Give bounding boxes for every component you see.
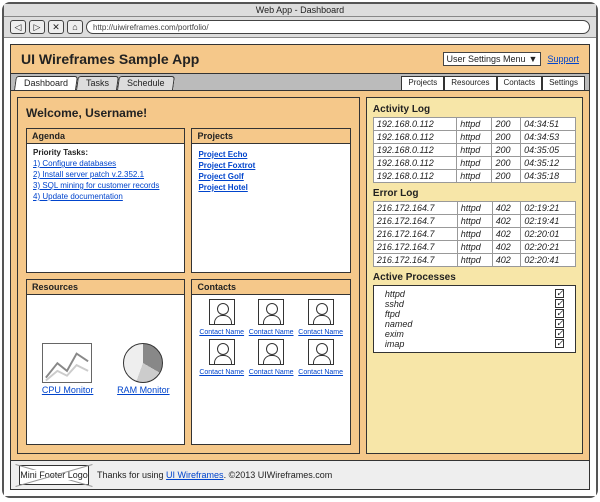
log-row: 192.168.0.112httpd20004:35:05: [373, 144, 575, 157]
process-checkbox[interactable]: [555, 289, 564, 298]
contact-name[interactable]: Contact Name: [249, 329, 294, 336]
agenda-title: Agenda: [27, 129, 184, 144]
resources-panel: Resources CPU Monitor: [26, 279, 185, 446]
log-row: 216.172.164.7httpd40202:19:21: [373, 202, 575, 215]
project-link[interactable]: Project Hotel: [198, 183, 343, 192]
process-row: named: [377, 319, 572, 329]
process-row: imap: [377, 339, 572, 349]
project-link[interactable]: Project Echo: [198, 150, 343, 159]
log-row: 192.168.0.112httpd20004:35:12: [373, 157, 575, 170]
process-row: ftpd: [377, 309, 572, 319]
process-row: sshd: [377, 299, 572, 309]
active-processes-title: Active Processes: [373, 272, 576, 283]
sidebar: Activity Log 192.168.0.112httpd20004:34:…: [366, 97, 583, 454]
footer: Mini Footer Logo Thanks for using UI Wir…: [11, 460, 589, 489]
ram-monitor-link[interactable]: RAM Monitor: [117, 385, 170, 395]
process-checkbox[interactable]: [555, 309, 564, 318]
error-log-table: 216.172.164.7httpd40202:19:21216.172.164…: [373, 201, 576, 267]
avatar-icon: [308, 339, 334, 365]
back-button[interactable]: ◁: [10, 20, 26, 34]
activity-log-title: Activity Log: [373, 104, 576, 115]
home-button[interactable]: ⌂: [67, 20, 83, 34]
tab-tasks[interactable]: Tasks: [76, 76, 119, 90]
avatar-icon: [209, 339, 235, 365]
ram-chart: [123, 343, 163, 383]
log-row: 192.168.0.112httpd20004:34:51: [373, 118, 575, 131]
agenda-task[interactable]: 1) Configure databases: [33, 159, 178, 168]
app-header: UI Wireframes Sample App User Settings M…: [11, 45, 589, 73]
nav-contacts[interactable]: Contacts: [497, 76, 543, 90]
agenda-task[interactable]: 3) SQL mining for customer records: [33, 181, 178, 190]
main-panel: Welcome, Username! Agenda Priority Tasks…: [17, 97, 360, 454]
stop-button[interactable]: ✕: [48, 20, 64, 34]
log-row: 216.172.164.7httpd40202:20:21: [373, 241, 575, 254]
log-row: 216.172.164.7httpd40202:20:41: [373, 254, 575, 267]
process-row: httpd: [377, 289, 572, 299]
resources-title: Resources: [27, 280, 184, 295]
process-checkbox[interactable]: [555, 319, 564, 328]
log-row: 216.172.164.7httpd40202:20:01: [373, 228, 575, 241]
agenda-subtitle: Priority Tasks:: [33, 148, 178, 157]
log-row: 216.172.164.7httpd40202:19:41: [373, 215, 575, 228]
tab-schedule[interactable]: Schedule: [117, 76, 174, 90]
projects-title: Projects: [192, 129, 349, 144]
contact-card[interactable]: Contact Name: [248, 339, 294, 376]
error-log-title: Error Log: [373, 188, 576, 199]
log-row: 192.168.0.112httpd20004:34:53: [373, 131, 575, 144]
footer-logo: Mini Footer Logo: [19, 465, 89, 485]
agenda-task[interactable]: 2) Install server patch v.2.352.1: [33, 170, 178, 179]
nav-resources[interactable]: Resources: [444, 76, 496, 90]
footer-link[interactable]: UI Wireframes: [166, 470, 224, 480]
process-checkbox[interactable]: [555, 299, 564, 308]
cpu-monitor-link[interactable]: CPU Monitor: [42, 385, 94, 395]
avatar-icon: [308, 299, 334, 325]
avatar-icon: [258, 299, 284, 325]
contact-card[interactable]: Contact Name: [297, 339, 343, 376]
project-link[interactable]: Project Golf: [198, 172, 343, 181]
chevron-down-icon: ▼: [529, 54, 538, 64]
footer-text: Thanks for using UI Wireframes. ©2013 UI…: [97, 470, 332, 480]
agenda-panel: Agenda Priority Tasks: 1) Configure data…: [26, 128, 185, 273]
user-settings-menu[interactable]: User Settings Menu ▼: [443, 52, 542, 66]
avatar-icon: [209, 299, 235, 325]
app-frame: UI Wireframes Sample App User Settings M…: [10, 44, 590, 490]
avatar-icon: [258, 339, 284, 365]
contact-card[interactable]: Contact Name: [297, 299, 343, 336]
nav-settings[interactable]: Settings: [542, 76, 585, 90]
process-row: exim: [377, 329, 572, 339]
contact-name[interactable]: Contact Name: [249, 369, 294, 376]
projects-panel: Projects Project Echo Project Foxtrot Proj…: [191, 128, 350, 273]
contact-card[interactable]: Contact Name: [198, 299, 244, 336]
tab-bar: DashboardTasksSchedule ProjectsResources…: [11, 73, 589, 91]
browser-window: Web App - Dashboard ◁ ▷ ✕ ⌂ http://uiwir…: [2, 2, 598, 498]
contacts-title: Contacts: [192, 280, 349, 295]
contact-name[interactable]: Contact Name: [298, 369, 343, 376]
contact-card[interactable]: Contact Name: [198, 339, 244, 376]
activity-log-table: 192.168.0.112httpd20004:34:51192.168.0.1…: [373, 117, 576, 183]
support-link[interactable]: Support: [547, 54, 579, 64]
app-title: UI Wireframes Sample App: [21, 51, 199, 67]
contact-card[interactable]: Contact Name: [248, 299, 294, 336]
welcome-heading: Welcome, Username!: [26, 106, 351, 120]
processes-list: httpdsshdftpdnamedeximimap: [373, 285, 576, 353]
browser-toolbar: ◁ ▷ ✕ ⌂ http://uiwireframes.com/portfoli…: [4, 17, 596, 38]
contact-name[interactable]: Contact Name: [298, 329, 343, 336]
process-checkbox[interactable]: [555, 339, 564, 348]
forward-button[interactable]: ▷: [29, 20, 45, 34]
url-input[interactable]: http://uiwireframes.com/portfolio/: [86, 20, 590, 34]
process-checkbox[interactable]: [555, 329, 564, 338]
log-row: 192.168.0.112httpd20004:35:18: [373, 170, 575, 183]
agenda-task[interactable]: 4) Update documentation: [33, 192, 178, 201]
contacts-panel: Contacts Contact Name Contact Name Contact…: [191, 279, 350, 446]
tab-dashboard[interactable]: Dashboard: [14, 76, 78, 90]
nav-projects[interactable]: Projects: [401, 76, 444, 90]
window-title: Web App - Dashboard: [4, 4, 596, 17]
project-link[interactable]: Project Foxtrot: [198, 161, 343, 170]
cpu-chart: [42, 343, 92, 383]
viewport: UI Wireframes Sample App User Settings M…: [4, 38, 596, 496]
contact-name[interactable]: Contact Name: [199, 369, 244, 376]
contact-name[interactable]: Contact Name: [199, 329, 244, 336]
